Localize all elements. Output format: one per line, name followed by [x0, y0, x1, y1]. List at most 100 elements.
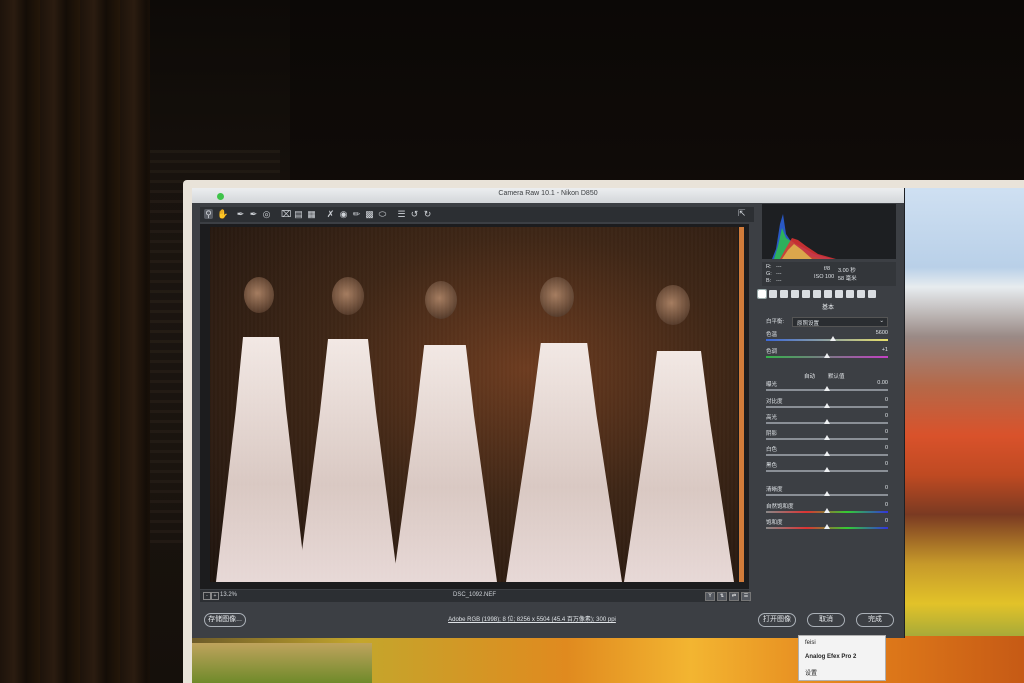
slider-value[interactable]: 0: [885, 485, 888, 491]
menu-item-feisi[interactable]: feisi: [805, 640, 816, 646]
file-name: DSC_1092.NEF: [452, 592, 497, 598]
slider-row-0: 色温 5600: [766, 330, 888, 344]
done-button[interactable]: 完成: [856, 613, 894, 627]
tab-lens-icon[interactable]: [813, 290, 821, 298]
shutter-value: 3.00 秒: [838, 268, 856, 274]
color-sampler-tool-icon[interactable]: ✒: [249, 209, 258, 219]
swap-view-icon[interactable]: ⇅: [717, 592, 727, 601]
slider-value[interactable]: 0: [885, 518, 888, 524]
rotate-right-icon[interactable]: ↻: [423, 209, 432, 219]
slider-value[interactable]: 0: [885, 461, 888, 467]
slider-value[interactable]: 5600: [876, 330, 888, 336]
zoom-tool-icon[interactable]: ⚲: [204, 209, 213, 219]
tab-effects-icon[interactable]: [835, 290, 843, 298]
rotate-left-icon[interactable]: ↺: [410, 209, 419, 219]
slider-thumb[interactable]: [824, 524, 830, 529]
slider-row-1: 色调 +1: [766, 347, 888, 361]
hand-tool-icon[interactable]: ✋: [217, 209, 228, 219]
slider-label: 自然饱和度: [766, 504, 794, 510]
slider-track[interactable]: [766, 339, 888, 341]
slider-row-7: 黑色 0: [766, 461, 888, 475]
b-label: B:: [766, 278, 772, 284]
copy-settings-icon[interactable]: ⇄: [729, 592, 739, 601]
slider-thumb[interactable]: [824, 386, 830, 391]
histogram: [762, 204, 896, 259]
slider-label: 黑色: [766, 463, 778, 469]
slider-label: 色温: [766, 332, 778, 338]
adjustment-brush-icon[interactable]: ✏: [352, 209, 361, 219]
desktop-wallpaper: [900, 188, 1024, 683]
tab-transform-icon[interactable]: [824, 290, 832, 298]
view-mode-button[interactable]: Y: [705, 592, 715, 601]
target-adjust-tool-icon[interactable]: ◎: [262, 209, 271, 219]
tab-calibration-icon[interactable]: [846, 290, 854, 298]
slider-value[interactable]: 0: [885, 429, 888, 435]
status-bar: - + 13.2% DSC_1092.NEF Y ⇅ ⇄ ☰: [200, 590, 751, 602]
slider-label: 饱和度: [766, 520, 783, 526]
camera-raw-window: Camera Raw 10.1 - Nikon D850 ⚲ ✋ ✒ ✒ ◎ ⌧…: [192, 188, 905, 638]
preferences-icon[interactable]: ☰: [397, 209, 406, 219]
slider-value[interactable]: +1: [882, 347, 888, 353]
tab-detail-icon[interactable]: [780, 290, 788, 298]
tab-snapshots-icon[interactable]: [868, 290, 876, 298]
desktop-wallpaper-grass: [192, 643, 372, 683]
slider-row-9: 自然饱和度 0: [766, 502, 888, 516]
default-button[interactable]: 默认值: [828, 372, 845, 380]
slider-label: 色调: [766, 349, 778, 355]
menu-item-analog-efex[interactable]: Analog Efex Pro 2: [805, 654, 856, 660]
save-image-button[interactable]: 存储图像...: [204, 613, 246, 627]
slider-thumb[interactable]: [824, 451, 830, 456]
moire-overlay: [210, 227, 738, 582]
open-image-button[interactable]: 打开图像: [758, 613, 796, 627]
footer-bar: 存储图像... Adobe RGB (1998); 8 位; 8256 x 55…: [192, 606, 904, 636]
slider-thumb[interactable]: [824, 353, 830, 358]
fullscreen-toggle-icon[interactable]: ⇱: [738, 208, 748, 218]
slider-value[interactable]: 0: [885, 502, 888, 508]
white-balance-tool-icon[interactable]: ✒: [236, 209, 245, 219]
slider-value[interactable]: 0: [885, 445, 888, 451]
slider-value[interactable]: 0: [885, 413, 888, 419]
slider-thumb[interactable]: [824, 403, 830, 408]
slider-label: 阴影: [766, 431, 778, 437]
chevron-down-icon: ⌄: [879, 318, 884, 324]
tab-hsl-icon[interactable]: [791, 290, 799, 298]
curtain: [0, 0, 160, 683]
slider-row-8: 清晰度 0: [766, 485, 888, 499]
white-balance-row: 白平衡: 原照设置 ⌄: [766, 317, 888, 327]
auto-button[interactable]: 自动: [804, 372, 815, 380]
tab-presets-icon[interactable]: [857, 290, 865, 298]
cancel-button[interactable]: 取消: [807, 613, 845, 627]
slider-value[interactable]: 0: [885, 397, 888, 403]
tab-tone-curve-icon[interactable]: [769, 290, 777, 298]
tab-split-toning-icon[interactable]: [802, 290, 810, 298]
slider-thumb[interactable]: [824, 491, 830, 496]
slider-label: 曝光: [766, 382, 778, 388]
slider-value[interactable]: 0.00: [877, 380, 888, 386]
window-title: Camera Raw 10.1 - Nikon D850: [498, 190, 598, 197]
slider-row-3: 对比度 0: [766, 397, 888, 411]
workflow-options-link[interactable]: Adobe RGB (1998); 8 位; 8256 x 5504 (45.4…: [432, 614, 632, 623]
slider-thumb[interactable]: [824, 435, 830, 440]
slider-thumb[interactable]: [830, 336, 837, 341]
slider-row-5: 阴影 0: [766, 429, 888, 443]
toolbar: ⚲ ✋ ✒ ✒ ◎ ⌧ ▤ ▦ ✗ ◉ ✏ ▩ ⬭ ☰ ↺ ↻: [200, 207, 755, 222]
transform-tool-icon[interactable]: ▦: [307, 209, 316, 219]
white-balance-select[interactable]: 原照设置 ⌄: [792, 317, 888, 327]
title-bar: Camera Raw 10.1 - Nikon D850: [192, 188, 904, 203]
crop-tool-icon[interactable]: ⌧: [281, 209, 291, 219]
slider-thumb[interactable]: [824, 508, 830, 513]
tab-basic-icon[interactable]: [757, 289, 767, 299]
spot-removal-tool-icon[interactable]: ✗: [326, 209, 335, 219]
g-label: G:: [766, 271, 772, 277]
slider-row-4: 高光 0: [766, 413, 888, 427]
menu-item-settings[interactable]: 设置: [805, 668, 817, 677]
graduated-filter-icon[interactable]: ▩: [365, 209, 374, 219]
radial-filter-icon[interactable]: ⬭: [378, 209, 387, 219]
image-preview-area[interactable]: [200, 224, 749, 589]
straighten-tool-icon[interactable]: ▤: [294, 209, 303, 219]
toggle-view-icon[interactable]: ☰: [741, 592, 751, 601]
preview-scrollbar[interactable]: [739, 227, 744, 582]
red-eye-tool-icon[interactable]: ◉: [339, 209, 348, 219]
slider-thumb[interactable]: [824, 467, 830, 472]
slider-thumb[interactable]: [824, 419, 830, 424]
